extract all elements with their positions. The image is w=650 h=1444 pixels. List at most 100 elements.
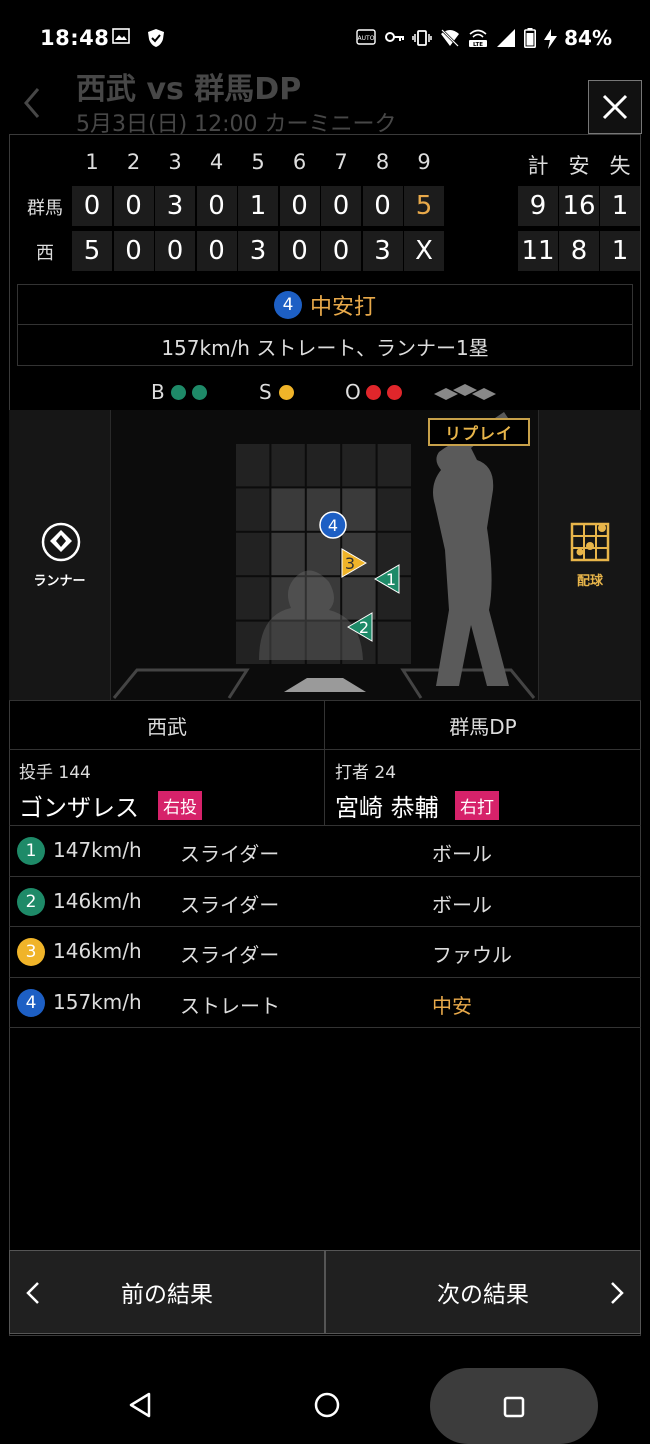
total-score: 8: [559, 231, 599, 271]
diamond-icon: [41, 522, 81, 566]
runner-label: ランナー: [33, 574, 86, 589]
pitch-number-badge: 2: [17, 887, 45, 916]
prev-result-button[interactable]: 前の結果: [9, 1250, 325, 1334]
next-result-button[interactable]: 次の結果: [325, 1250, 641, 1334]
pitch-list: 1 147km/h スライダー ボール 2 146km/h スライダー ボール …: [9, 826, 641, 1028]
total-score: 11: [518, 231, 558, 271]
bases-icon: [432, 382, 498, 410]
inning-score: 0: [196, 231, 237, 271]
play-result-line: 4 中安打: [18, 285, 632, 325]
ball-zone-cell: [271, 444, 305, 487]
out-dot: [387, 385, 402, 400]
close-icon: [602, 94, 628, 120]
strike-dot: [279, 385, 294, 400]
play-result: 中安打: [309, 294, 376, 320]
strike-zone-cell: [342, 488, 376, 531]
inning-score: 3: [362, 231, 403, 271]
pitch-marker-label: 3: [345, 554, 355, 573]
inning-score: 5: [404, 186, 444, 226]
pitch-result: ボール: [432, 892, 492, 917]
pitch-chart-panel[interactable]: 配球: [538, 410, 641, 700]
strike-label: S: [259, 380, 272, 404]
ball-zone-cell: [236, 488, 270, 531]
signal-icon: [496, 28, 516, 52]
pitcher-role: 投手 144: [19, 763, 91, 783]
recents-pill[interactable]: [430, 1368, 598, 1444]
background-header: 西武 vs 群馬DP 5月3日(日) 12:00 カーミニーク: [0, 60, 650, 140]
total-header: 安: [568, 154, 590, 178]
batter-name: 宮崎 恭輔: [335, 794, 439, 822]
pitcher-name: ゴンザレス: [19, 794, 139, 822]
back-triangle-icon[interactable]: [128, 1392, 152, 1422]
pitch-marker-label: 2: [359, 618, 369, 637]
inning-score: 0: [321, 186, 361, 226]
pitch-marker-label: 4: [328, 516, 338, 535]
inning-score: X: [404, 231, 444, 271]
team-right: 群馬DP: [449, 714, 517, 739]
inning-header: 8: [375, 150, 390, 174]
replay-button[interactable]: リプレイ: [428, 418, 530, 446]
runner-panel[interactable]: ランナー: [9, 410, 111, 700]
scoreboard: 1 2 3 4 5 6 7 8 9 計安失群馬 0 0 3 0 1 0 0 0 5 9 16 1 西 5 0 0 0 3 0 0 3 X 11 8…: [9, 134, 641, 280]
ball-zone-cell: [236, 444, 270, 487]
next-result-label: 次の結果: [437, 1282, 529, 1308]
ball-zone-cell: [236, 577, 270, 620]
pitch-chart-label: 配球: [576, 574, 603, 589]
inning-score: 3: [155, 186, 195, 226]
inning-score: 5: [72, 231, 112, 271]
strike-zone-cell: [271, 488, 305, 531]
pitch-marker-label: 1: [386, 570, 396, 589]
inning-score: 0: [113, 231, 154, 271]
team-abbr: 西: [36, 243, 54, 264]
pitcher-hand-badge: 右投: [158, 791, 202, 820]
total-header: 失: [609, 154, 631, 178]
auto-icon: AUTO: [356, 28, 376, 50]
image-icon: [112, 28, 130, 48]
inning-header: 9: [417, 150, 431, 174]
inning-score: 3: [238, 231, 278, 271]
ball-zone-cell: [306, 444, 341, 487]
total-header: 計: [527, 154, 549, 178]
out-label: O: [345, 380, 361, 404]
ball-zone-cell: [342, 444, 376, 487]
svg-text:LTE: LTE: [473, 42, 483, 48]
inning-header: 2: [126, 150, 141, 174]
status-time: 18:48: [40, 26, 110, 50]
pitch-result: ボール: [432, 842, 492, 866]
team-headers: 西武 群馬DP: [9, 700, 641, 750]
home-circle-icon[interactable]: [314, 1392, 340, 1422]
chevron-right-icon: [610, 1281, 624, 1311]
inning-score: 0: [72, 186, 112, 226]
strike-zone-cell: [271, 532, 305, 576]
prev-result-label: 前の結果: [121, 1282, 213, 1308]
pitch-result: 中安: [432, 993, 472, 1018]
system-nav-bar: [0, 1364, 650, 1444]
pitch-number-badge: 1: [17, 837, 45, 865]
pitch-type: スライダー: [180, 943, 280, 967]
total-score: 16: [559, 186, 599, 226]
ball-zone-cell: [377, 488, 411, 531]
pitch-type: ストレート: [180, 993, 280, 1018]
lte-icon: LTE: [466, 28, 490, 52]
total-score: 9: [518, 186, 558, 226]
ball-label: B: [151, 380, 165, 404]
inning-score: 1: [238, 186, 278, 226]
game-title: 西武 vs 群馬DP: [76, 72, 302, 107]
matchup: 投手 144 ゴンザレス 右投 打者 24 宮崎 恭輔 右打: [9, 750, 641, 826]
pitcher-info: 投手 144 ゴンザレス 右投: [9, 750, 325, 826]
pitch-row: 4 157km/h ストレート 中安: [9, 978, 641, 1028]
back-arrow-icon[interactable]: [22, 86, 42, 129]
inning-score: 0: [321, 231, 361, 271]
close-button[interactable]: [588, 80, 642, 134]
inning-score: 0: [362, 186, 403, 226]
inning-header: 4: [209, 150, 224, 174]
ball-zone-cell: [236, 532, 270, 576]
play-result-box: 4 中安打 157km/h ストレート、ランナー1塁: [17, 284, 633, 366]
ball-dot: [192, 385, 207, 400]
pitch-number-badge: 4: [273, 290, 302, 319]
pitch-row: 3 146km/h スライダー ファウル: [9, 927, 641, 978]
inning-header: 3: [168, 150, 182, 174]
inning-header: 5: [251, 150, 265, 174]
ball-zone-cell: [377, 621, 411, 664]
strike-zone-cell: [306, 532, 341, 576]
